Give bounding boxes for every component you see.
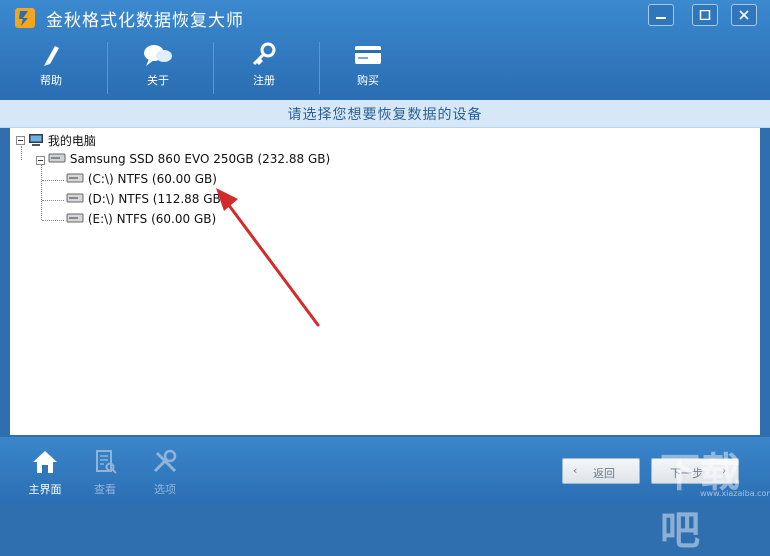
annotation-arrow — [216, 188, 320, 327]
document-search-icon — [96, 450, 117, 474]
home-icon — [33, 451, 57, 473]
chevron-left-icon: ‹ — [573, 464, 578, 477]
home-label: 主界面 — [28, 483, 62, 496]
options-label: 选项 — [154, 483, 176, 496]
bottom-bar: 主界面 查看 选项 ‹ 返回 下一步 › — [0, 437, 770, 505]
view-label: 查看 — [94, 483, 116, 496]
tools-icon — [153, 449, 177, 473]
back-button[interactable]: ‹ 返回 — [562, 458, 640, 484]
view-nav[interactable]: 查看 — [80, 449, 130, 497]
watermark-logo: 下载吧 — [660, 450, 740, 554]
watermark-url: www.xiazaiba.com — [700, 489, 770, 498]
back-label: 返回 — [593, 467, 615, 480]
options-nav[interactable]: 选项 — [140, 449, 190, 497]
home-nav[interactable]: 主界面 — [20, 449, 70, 497]
